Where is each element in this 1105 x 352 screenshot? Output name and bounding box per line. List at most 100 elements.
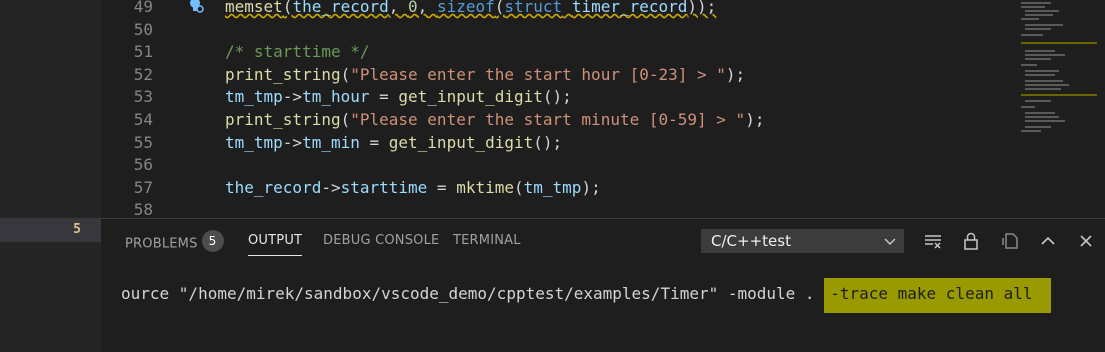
code-line: the_record->starttime = mktime(tm_tmp); [225, 177, 601, 200]
tab-problems-label: PROBLEMS [125, 236, 198, 252]
minimap-line [1021, 42, 1097, 44]
code-token: tm_tmp [225, 87, 283, 107]
output-channel-value: C/C++test [711, 232, 791, 250]
code-token: ); [581, 177, 601, 197]
code-token: tm_hour [302, 87, 370, 107]
code-line: tm_tmp->tm_hour = get_input_digit(); [225, 86, 572, 109]
minimap-line [1025, 126, 1051, 128]
clear-output-icon[interactable] [923, 231, 943, 251]
output-search-highlight: -trace make clean all [824, 278, 1051, 313]
line-number: 49 [133, 0, 153, 16]
code-token: sizeof [436, 0, 495, 16]
code-token: tm_tmp [225, 132, 283, 152]
close-icon[interactable] [1076, 231, 1096, 251]
code-token: ( [494, 0, 505, 16]
activity-bar: 5 [0, 0, 101, 352]
code-token: (); [533, 132, 563, 152]
code-token: "Please enter the start hour [0-23] > " [350, 64, 726, 84]
code-token: , [388, 0, 409, 16]
code-token: -> [282, 87, 303, 107]
output-channel-select[interactable]: C/C++test [701, 229, 904, 253]
bottom-panel: PROBLEMS 5 OUTPUT DEBUG CONSOLE TERMINAL … [101, 218, 1105, 352]
minimap-line [1025, 80, 1063, 82]
code-token: ( [340, 64, 351, 84]
code-token: = [359, 132, 389, 152]
output-text: ource "/home/mirek/sandbox/vscode_demo/c… [121, 278, 1051, 313]
minimap-line [1021, 2, 1051, 4]
code-token: struct [504, 0, 563, 16]
line-number: 54 [133, 110, 153, 129]
minimap-line [1025, 84, 1069, 86]
minimap[interactable] [1017, 0, 1097, 218]
minimap-line [1025, 74, 1055, 76]
minimap-line [1025, 58, 1051, 60]
code-token: ( [282, 0, 293, 16]
minimap-line [1021, 64, 1037, 66]
code-token: = [369, 87, 399, 107]
minimap-line [1021, 18, 1039, 20]
open-in-editor-icon[interactable] [1001, 231, 1021, 251]
minimap-line [1021, 94, 1097, 96]
chevron-down-icon [884, 238, 896, 245]
code-line: print_string("Please enter the start hou… [225, 64, 745, 87]
code-token: the_record [292, 0, 389, 16]
chevron-up-icon[interactable] [1038, 231, 1058, 251]
minimap-line [1025, 50, 1055, 52]
line-number: 56 [133, 155, 153, 175]
line-number-gutter: 49 50 51 52 53 54 55 56 57 58 [101, 0, 185, 218]
minimap-line [1025, 100, 1051, 102]
minimap-line [1021, 130, 1041, 132]
minimap-line [1025, 24, 1063, 26]
code-line: tm_tmp->tm_min = get_input_digit(); [225, 132, 562, 155]
code-token: memset [225, 0, 283, 16]
line-number: 53 [133, 87, 153, 107]
code-token: print_string [225, 110, 341, 129]
minimap-line [1025, 120, 1065, 122]
tab-terminal[interactable]: TERMINAL [453, 233, 521, 255]
code-line: memset(the_record, 0, sizeof(struct time… [225, 0, 716, 19]
line-number: 55 [133, 132, 153, 152]
lightbulb-icon[interactable] [187, 0, 205, 14]
code-token: ( [514, 177, 524, 197]
output-line-text: ource "/home/mirek/sandbox/vscode_demo/c… [121, 284, 825, 303]
code-token: "Please enter the start minute [0-59] > … [350, 110, 746, 129]
line-number: 58 [133, 200, 153, 218]
code-line: /* starttime */ [225, 42, 370, 62]
minimap-line [1025, 116, 1059, 118]
code-token: the_record [225, 177, 322, 197]
code-token: mktime [456, 177, 514, 197]
code-token: tm_min [302, 132, 360, 152]
code-line: print_string("Please enter the start min… [225, 109, 764, 132]
code-token: -> [321, 177, 341, 197]
code-token: get_input_digit [398, 87, 543, 107]
code-token: timer_record [571, 0, 688, 16]
code-token: ( [340, 110, 351, 129]
minimap-line [1025, 70, 1059, 72]
code-token: -> [282, 132, 303, 152]
lock-icon[interactable] [961, 231, 981, 251]
minimap-line [1025, 28, 1051, 30]
code-token: (); [542, 87, 572, 107]
tab-problems[interactable]: PROBLEMS 5 [125, 230, 224, 255]
code-editor[interactable]: 49 50 51 52 53 54 55 56 57 58 memset(the… [101, 0, 1105, 218]
line-number: 52 [133, 64, 153, 84]
code-token: print_string [225, 64, 341, 84]
code-token: 0 [408, 0, 418, 16]
minimap-line [1025, 54, 1065, 56]
code-token: = [427, 177, 457, 197]
tab-debug-console[interactable]: DEBUG CONSOLE [323, 233, 439, 255]
tab-output[interactable]: OUTPUT [248, 233, 303, 256]
minimap-line [1025, 112, 1055, 114]
problems-count-badge: 5 [201, 230, 224, 252]
minimap-line [1025, 10, 1059, 12]
minimap-line [1025, 88, 1061, 90]
code-token: , [417, 0, 437, 16]
minimap-line [1025, 14, 1053, 16]
code-token: starttime [340, 177, 428, 197]
code-token: ); [745, 110, 765, 129]
line-number: 57 [133, 177, 153, 197]
problems-count-indicator: 5 [0, 218, 101, 242]
code-token: ); [725, 64, 746, 84]
code-token: tm_tmp [523, 177, 582, 197]
